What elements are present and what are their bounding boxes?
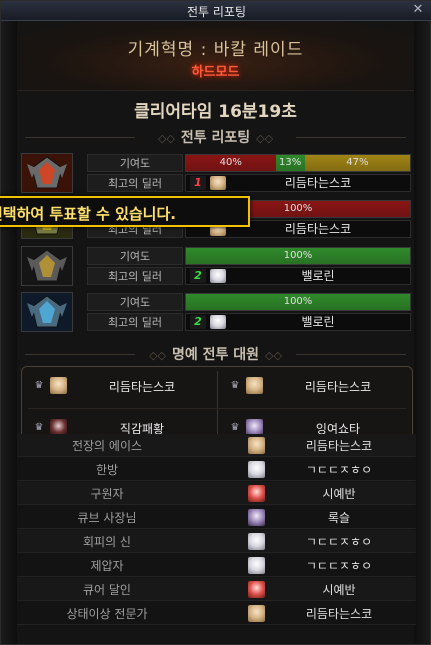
honor-member[interactable]: ♛ 리듬타는스코 (220, 376, 410, 398)
contribution-bar: 100% (185, 293, 411, 311)
avatar (210, 176, 226, 190)
avatar (248, 605, 265, 622)
award-recipient: ㄱㄷㄷㅈㅎㅇ (305, 535, 373, 549)
award-title: 구원자 (90, 487, 124, 501)
avatar (210, 269, 226, 283)
avatar (248, 581, 265, 598)
contribution-segment: 13% (275, 155, 305, 171)
left-frame-strip (1, 21, 17, 644)
ornament-icon: ◇◇ (256, 132, 274, 145)
window-titlebar[interactable]: 전투 리포팅 ✕ (1, 1, 431, 21)
rank-badge-icon: 1 (190, 176, 206, 190)
award-recipient: ㄱㄷㄷㅈㅎㅇ (305, 559, 373, 573)
contribution-label: 기여도 (87, 154, 183, 172)
best-dealer-label: 최고의 딜러 (87, 267, 183, 285)
best-dealer-label: 최고의 딜러 (87, 313, 183, 331)
honor-section-title-text: 명예 전투 대원 (171, 347, 260, 363)
rank-badge-icon: 2 (190, 269, 206, 283)
boss-report-row[interactable]: 기여도최고의 딜러 100% 2 밸로린 (21, 292, 413, 334)
report-panel: 기계혁명 : 바칼 레이드 하드모드 클리어타임 16분19초 ◇◇ 전투 리포팅… (17, 21, 416, 644)
avatar (248, 485, 265, 502)
close-icon[interactable]: ✕ (410, 2, 426, 18)
avatar (248, 461, 265, 478)
avatar (246, 377, 263, 394)
contribution-label: 기여도 (87, 293, 183, 311)
contribution-segment: 100% (186, 294, 410, 310)
blue-boss-portrait-icon (21, 292, 73, 332)
award-row[interactable]: 상태이상 전문가 리듬타는스코 (17, 602, 416, 625)
contribution-label: 기여도 (87, 247, 183, 265)
award-row[interactable]: 전장의 에이스 리듬타는스코 (17, 434, 416, 457)
rank-badge-icon: 2 (190, 315, 206, 329)
avatar (210, 315, 226, 329)
award-title: 전장의 에이스 (71, 439, 143, 453)
crest-icon: ♛ (34, 380, 44, 391)
boss-report-row[interactable]: 기여도최고의 딜러 40% 13% 47% 1 리듬타는스코 (21, 153, 413, 195)
best-dealer-label: 최고의 딜러 (87, 174, 183, 192)
award-recipient: 록슬 (327, 511, 351, 525)
best-dealer-name: 리듬타는스코 (284, 222, 352, 236)
award-title: 회피의 신 (83, 535, 131, 549)
award-recipient: ㄱㄷㄷㅈㅎㅇ (305, 463, 373, 477)
honor-section-title: ◇◇ 명예 전투 대원 ◇◇ (17, 344, 414, 364)
crest-icon: ♛ (230, 380, 240, 391)
contribution-bar: 100% (185, 247, 411, 265)
contribution-bar: 40% 13% 47% (185, 154, 411, 172)
ornament-icon: ◇◇ (157, 132, 175, 145)
award-recipient: 시예반 (322, 487, 356, 501)
contribution-segment: 47% (304, 155, 410, 171)
contribution-segment: 40% (186, 155, 276, 171)
award-title: 큐어 달인 (83, 583, 131, 597)
award-title: 한방 (95, 463, 119, 477)
avatar (248, 557, 265, 574)
award-title: 큐브 사장님 (77, 511, 137, 525)
award-row[interactable]: 큐어 달인 시예반 (17, 578, 416, 601)
ornament-icon: ◇◇ (149, 349, 166, 362)
right-frame-strip (414, 21, 430, 644)
crest-icon: ♛ (34, 422, 44, 433)
award-row[interactable]: 큐브 사장님 록슬 (17, 506, 416, 529)
difficulty-label: 하드모드 (191, 65, 240, 80)
avatar (248, 437, 265, 454)
award-title: 제압자 (90, 559, 124, 573)
raid-header: 기계혁명 : 바칼 레이드 하드모드 (17, 21, 414, 91)
raid-name: 기계혁명 : 바칼 레이드 (127, 40, 304, 60)
dark-boss-portrait-icon (21, 246, 73, 286)
ornament-icon: ◇◇ (265, 349, 282, 362)
boss-report-row[interactable]: 기여도최고의 딜러 100% 2 밸로린 (21, 246, 413, 288)
award-row[interactable]: 구원자 시예반 (17, 482, 416, 505)
best-dealer-cell[interactable]: 2 밸로린 (185, 313, 411, 331)
window-title: 전투 리포팅 (186, 5, 246, 19)
award-row[interactable]: 제압자 ㄱㄷㄷㅈㅎㅇ (17, 554, 416, 577)
vote-tooltip: 선택하여 투표할 수 있습니다. (0, 196, 250, 227)
report-section-title: ◇◇ 전투 리포팅 ◇◇ (17, 127, 414, 147)
honor-member-name: 리듬타는스코 (108, 380, 176, 394)
avatar (248, 509, 265, 526)
red-boss-portrait-icon (21, 153, 73, 193)
battle-report-window: 전투 리포팅 ✕ 기계혁명 : 바칼 레이드 하드모드 클리어타임 16분19초… (0, 0, 431, 645)
best-dealer-name: 밸로린 (301, 315, 335, 329)
award-recipient: 리듬타는스코 (305, 607, 373, 621)
honor-row-divider (28, 408, 406, 409)
avatar (50, 377, 67, 394)
best-dealer-cell[interactable]: 1 리듬타는스코 (185, 174, 411, 192)
award-row[interactable]: 한방 ㄱㄷㄷㅈㅎㅇ (17, 458, 416, 481)
award-recipient: 리듬타는스코 (305, 439, 373, 453)
best-dealer-name: 밸로린 (301, 269, 335, 283)
avatar (248, 533, 265, 550)
honor-member[interactable]: ♛ 리듬타는스코 (24, 376, 214, 398)
contribution-segment: 100% (186, 248, 410, 264)
best-dealer-cell[interactable]: 2 밸로린 (185, 267, 411, 285)
report-section-title-text: 전투 리포팅 (180, 130, 251, 146)
clear-time: 클리어타임 16분19초 (134, 102, 297, 122)
award-row[interactable]: 회피의 신 ㄱㄷㄷㅈㅎㅇ (17, 530, 416, 553)
vote-tooltip-text: 선택하여 투표할 수 있습니다. (0, 205, 176, 223)
honor-member-name: 리듬타는스코 (304, 380, 372, 394)
best-dealer-name: 리듬타는스코 (284, 176, 352, 190)
award-title: 상태이상 전문가 (66, 607, 148, 621)
award-recipient: 시예반 (322, 583, 356, 597)
crest-icon: ♛ (230, 422, 240, 433)
